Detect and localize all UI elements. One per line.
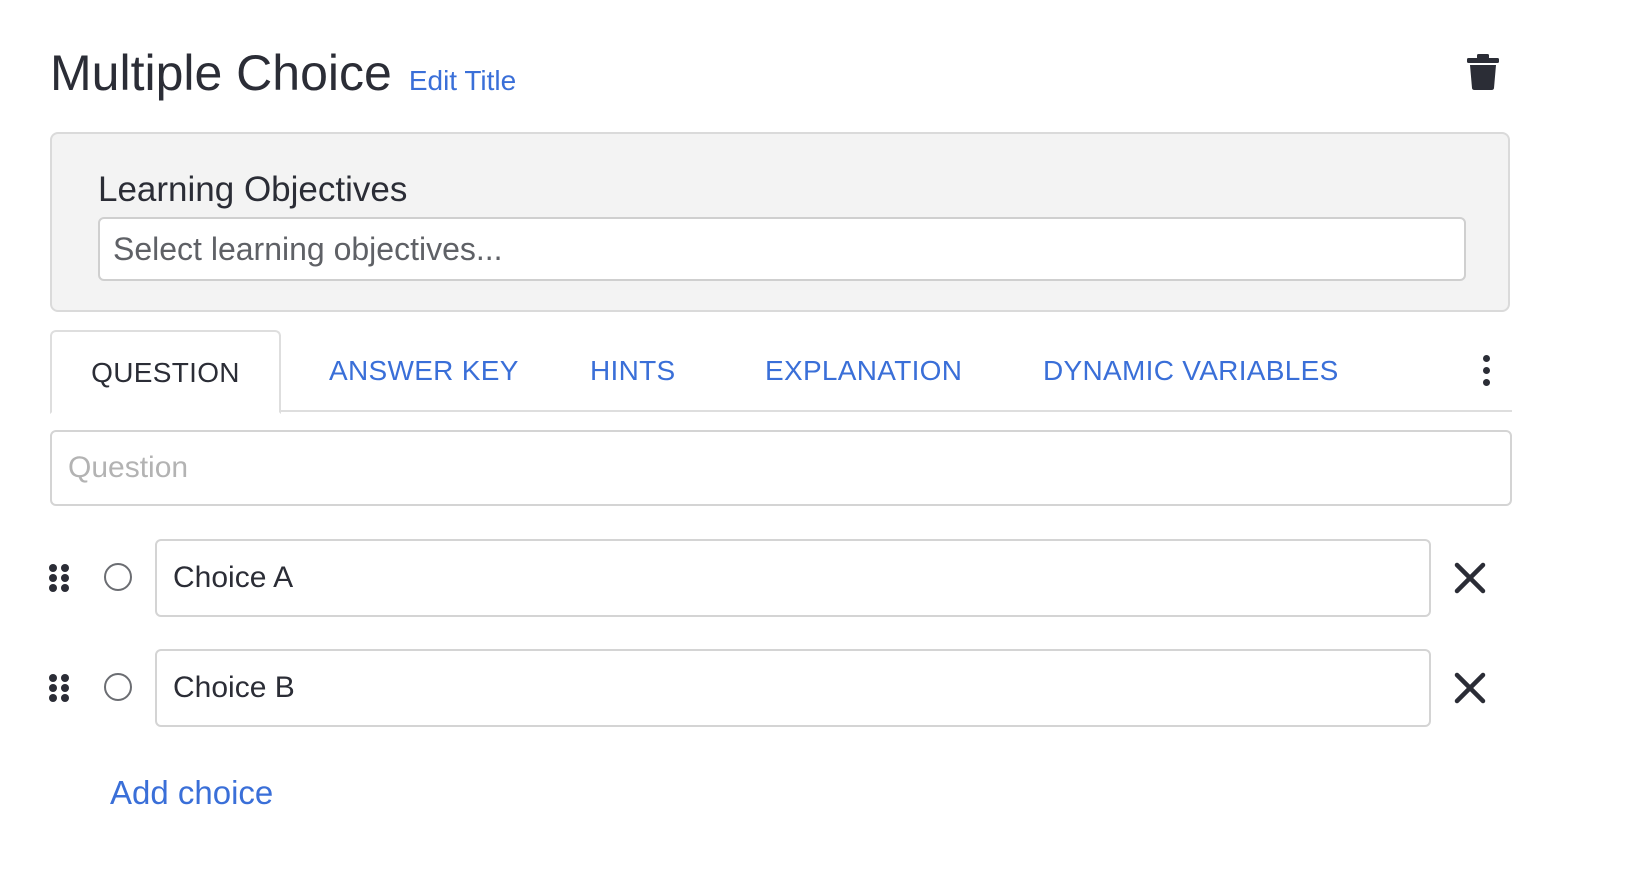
more-options-button[interactable] — [1474, 350, 1498, 390]
add-choice-link[interactable]: Add choice — [110, 774, 273, 812]
vertical-ellipsis-icon — [1482, 354, 1490, 362]
tab-bar: QUESTION ANSWER KEY HINTS EXPLANATION DY… — [50, 330, 1512, 414]
learning-objectives-select[interactable]: Select learning objectives... — [98, 217, 1466, 281]
tab-explanation[interactable]: EXPLANATION — [765, 330, 962, 412]
learning-objectives-panel: Learning Objectives Select learning obje… — [50, 132, 1510, 312]
multiple-choice-editor: Multiple Choice Edit Title Learning Obje… — [0, 0, 1628, 880]
edit-title-link[interactable]: Edit Title — [409, 65, 516, 97]
choice-input[interactable]: Choice A — [155, 539, 1431, 617]
drag-handle-icon[interactable] — [49, 564, 69, 592]
question-header: Multiple Choice Edit Title — [50, 38, 1528, 108]
choice-radio[interactable] — [104, 673, 132, 701]
question-input[interactable]: Question — [50, 430, 1512, 506]
tab-hints[interactable]: HINTS — [590, 330, 676, 412]
choice-row: Choice A — [0, 539, 1628, 617]
tab-answer-key[interactable]: ANSWER KEY — [329, 330, 519, 412]
question-title: Multiple Choice — [50, 45, 392, 101]
choice-radio[interactable] — [104, 563, 132, 591]
drag-handle-icon[interactable] — [49, 674, 69, 702]
trash-icon — [1467, 54, 1499, 90]
learning-objectives-label: Learning Objectives — [98, 170, 408, 209]
choice-input[interactable]: Choice B — [155, 649, 1431, 727]
tab-dynamic-variables[interactable]: DYNAMIC VARIABLES — [1043, 330, 1339, 412]
close-icon[interactable] — [1452, 670, 1488, 706]
close-icon[interactable] — [1452, 560, 1488, 596]
choice-row: Choice B — [0, 649, 1628, 727]
tab-question[interactable]: QUESTION — [50, 330, 281, 414]
delete-button[interactable] — [1462, 50, 1504, 94]
